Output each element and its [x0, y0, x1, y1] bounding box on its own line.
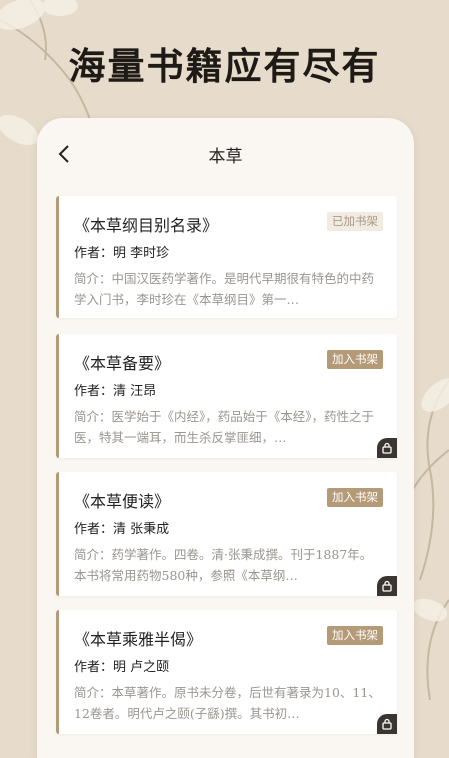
book-card[interactable]: 《本草备要》 加入书架 作者：清 汪昂 简介：医学始于《内经》，药品始于《本经》… — [56, 334, 397, 458]
book-description: 简介：药学著作。四卷。清·张秉成撰。刊于1887年。本书将常用药物580种，参照… — [74, 547, 373, 583]
book-author: 作者：清 汪昂 — [74, 384, 157, 399]
book-card[interactable]: 《本草纲目别名录》 已加书架 作者：明 李时珍 简介：中国汉医药学著作。是明代早… — [56, 196, 397, 318]
page-headline: 海量书籍应有尽有 — [68, 44, 381, 88]
lock-icon — [377, 576, 397, 596]
book-title: 《本草便读》 — [74, 492, 171, 511]
added-to-shelf-badge[interactable]: 已加书架 — [327, 212, 383, 231]
book-title: 《本草纲目别名录》 — [74, 216, 219, 235]
book-description: 简介：本草著作。原书未分卷，后世有著录为10、11、12卷者。明代卢之颐(子繇)… — [74, 685, 381, 721]
book-card[interactable]: 《本草便读》 加入书架 作者：清 张秉成 简介：药学著作。四卷。清·张秉成撰。刊… — [56, 472, 397, 596]
lock-icon — [377, 438, 397, 458]
add-to-shelf-button[interactable]: 加入书架 — [327, 488, 383, 507]
book-description: 简介：中国汉医药学著作。是明代早期很有特色的中药学入门书，李时珍在《本草纲目》第… — [74, 271, 375, 307]
add-to-shelf-button[interactable]: 加入书架 — [327, 626, 383, 645]
lock-icon — [377, 714, 397, 734]
add-to-shelf-button[interactable]: 加入书架 — [327, 350, 383, 369]
book-author: 作者：明 卢之颐 — [74, 660, 170, 675]
book-title: 《本草备要》 — [74, 354, 171, 373]
book-author: 作者：清 张秉成 — [74, 522, 170, 537]
book-title: 《本草乘雅半偈》 — [74, 630, 203, 649]
book-author: 作者：明 李时珍 — [74, 246, 170, 261]
nav-title: 本草 — [208, 147, 243, 167]
book-card[interactable]: 《本草乘雅半偈》 加入书架 作者：明 卢之颐 简介：本草著作。原书未分卷，后世有… — [56, 610, 397, 734]
book-description: 简介：医学始于《内经》，药品始于《本经》，药性之于医，特其一端耳，而生杀反掌匪细… — [74, 409, 375, 445]
phone-screen: 本草 《本草纲目别名录》 已加书架 作者：明 李时珍 简介：中国汉医药学著作。是… — [37, 118, 414, 758]
